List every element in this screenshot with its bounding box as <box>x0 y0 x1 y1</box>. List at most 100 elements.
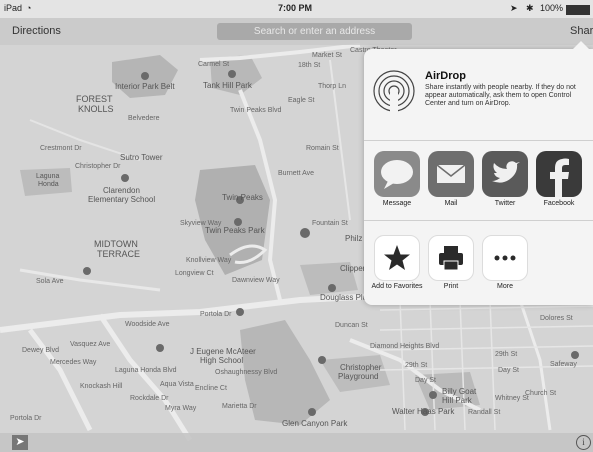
message-app-button[interactable] <box>374 151 420 197</box>
street-knockash: Knockash Hill <box>80 383 123 390</box>
share-button[interactable]: Share <box>570 25 593 37</box>
poi-twin-peaks-park-icon <box>234 218 242 226</box>
twitter-app-button[interactable] <box>482 151 528 197</box>
label-forest-knolls-2: KNOLLS <box>78 104 114 114</box>
street-crestmont: Crestmont Dr <box>40 145 82 152</box>
street-belvedere: Belvedere <box>128 115 160 122</box>
label-clarendon-2: Elementary School <box>88 195 155 204</box>
share-sheet-popover: AirDrop Share instantly with people near… <box>364 49 593 305</box>
battery-icon <box>566 5 590 15</box>
add-to-favorites-button[interactable] <box>374 235 420 281</box>
street-twin-peaks-blvd: Twin Peaks Blvd <box>230 107 281 114</box>
search-input[interactable]: Search or enter an address <box>217 23 412 40</box>
street-portola: Portola Dr <box>200 311 232 318</box>
poi-tank-hill-icon <box>228 70 236 78</box>
printer-icon <box>439 246 463 271</box>
label-laguna-honda-2: Honda <box>38 181 59 188</box>
message-bubble-icon <box>381 160 413 189</box>
battery-percent: 100% <box>540 3 564 13</box>
mail-app-button[interactable] <box>428 151 474 197</box>
street-romain: Romain St <box>306 145 339 152</box>
bluetooth-icon: ✱ <box>526 3 534 13</box>
label-sutro-tower: Sutro Tower <box>120 153 163 162</box>
facebook-label: Facebook <box>543 200 575 207</box>
poi-mcateer-icon <box>236 308 244 316</box>
street-longview: Longview Ct <box>175 270 214 277</box>
poi-school-icon <box>121 174 129 182</box>
facebook-f-icon <box>550 158 569 197</box>
tracking-arrow-icon[interactable]: ➤ <box>12 435 28 450</box>
label-billy-goat: Billy Goat <box>442 387 477 396</box>
street-marietta: Marietta Dr <box>222 403 257 410</box>
directions-button[interactable]: Directions <box>12 25 61 37</box>
street-portola-2: Portola Dr <box>10 415 42 422</box>
street-knollview: Knollview Way <box>186 257 232 264</box>
twitter-label: Twitter <box>494 200 516 207</box>
street-dolores: Dolores St <box>540 315 573 322</box>
mail-label: Mail <box>444 200 458 207</box>
twitter-bird-icon <box>492 161 520 183</box>
street-18th: 18th St <box>298 62 320 69</box>
street-oshaughnessy: Oshaughnessy Blvd <box>215 369 277 376</box>
star-icon <box>384 245 410 270</box>
more-button[interactable] <box>482 235 528 281</box>
street-myra: Myra Way <box>165 405 197 412</box>
add-to-favorites-label: Add to Favorites <box>371 283 423 290</box>
street-dawnview: Dawnview Way <box>232 277 280 284</box>
street-diamond-heights: Diamond Heights Blvd <box>370 343 439 350</box>
street-thorp: Thorp Ln <box>318 83 346 90</box>
device-label: iPad <box>4 3 23 13</box>
clock: 7:00 PM <box>278 3 313 13</box>
label-tank-hill-park: Tank Hill Park <box>203 81 253 90</box>
label-laguna-honda: Laguna <box>36 173 59 180</box>
message-label: Message <box>382 200 412 207</box>
print-button[interactable] <box>428 235 474 281</box>
bottom-toolbar: ➤ i <box>0 433 593 452</box>
print-label: Print <box>443 283 459 290</box>
street-woodside: Woodside Ave <box>125 321 170 328</box>
poi-safeway-icon <box>571 351 579 359</box>
airdrop-icon <box>373 70 415 113</box>
wifi-icon: ◔ <box>26 3 32 13</box>
label-interior-park-belt: Interior Park Belt <box>115 82 175 91</box>
street-mercedes: Mercedes Way <box>50 359 97 366</box>
poi-billy-goat-icon <box>429 391 437 399</box>
street-vasquez: Vasquez Ave <box>70 341 110 348</box>
street-duncan: Duncan St <box>335 322 368 329</box>
top-toolbar: Directions Search or enter an address Sh… <box>0 18 593 45</box>
label-midtown-terrace: MIDTOWN <box>94 239 138 249</box>
street-aqua-vista: Aqua Vista <box>160 381 194 388</box>
street-christopher: Christopher Dr <box>75 163 121 170</box>
label-clipper: Clipper <box>340 264 366 273</box>
envelope-icon <box>436 164 466 183</box>
label-clarendon: Clarendon <box>103 186 140 195</box>
airdrop-title: AirDrop <box>425 70 466 82</box>
info-icon[interactable]: i <box>576 435 591 450</box>
poi-midtown-icon <box>83 267 91 275</box>
divider <box>364 220 593 221</box>
street-laguna-honda: Laguna Honda Blvd <box>115 367 177 374</box>
poi-glen-canyon-icon <box>308 408 316 416</box>
street-29th: 29th St <box>405 362 427 369</box>
street-randall: Randall St <box>468 409 500 416</box>
label-forest-knolls: FOREST <box>76 94 113 104</box>
label-billy-goat-2: Hill Park <box>442 396 473 405</box>
street-sola: Sola Ave <box>36 278 64 285</box>
facebook-app-button[interactable] <box>536 151 582 197</box>
street-dewey: Dewey Blvd <box>22 347 59 354</box>
street-skyview: Skyview Way <box>180 220 222 227</box>
poi-douglass-icon <box>328 284 336 292</box>
label-christopher: Christopher <box>340 363 382 372</box>
street-eagle: Eagle St <box>288 97 315 104</box>
label-walter-haas: Walter Haas Park <box>392 407 455 416</box>
location-arrow-icon: ➤ <box>510 3 518 13</box>
street-rockdale: Rockdale Dr <box>130 395 169 402</box>
airdrop-section[interactable]: AirDrop Share instantly with people near… <box>364 49 593 139</box>
label-mcateer: J Eugene McAteer <box>190 347 256 356</box>
street-burnett: Burnett Ave <box>278 170 314 177</box>
street-29th-2: 29th St <box>495 351 517 358</box>
poi-laguna-icon <box>156 344 164 352</box>
label-christopher-2: Playground <box>338 372 378 381</box>
more-label: More <box>497 283 513 290</box>
ellipsis-icon <box>494 255 516 261</box>
